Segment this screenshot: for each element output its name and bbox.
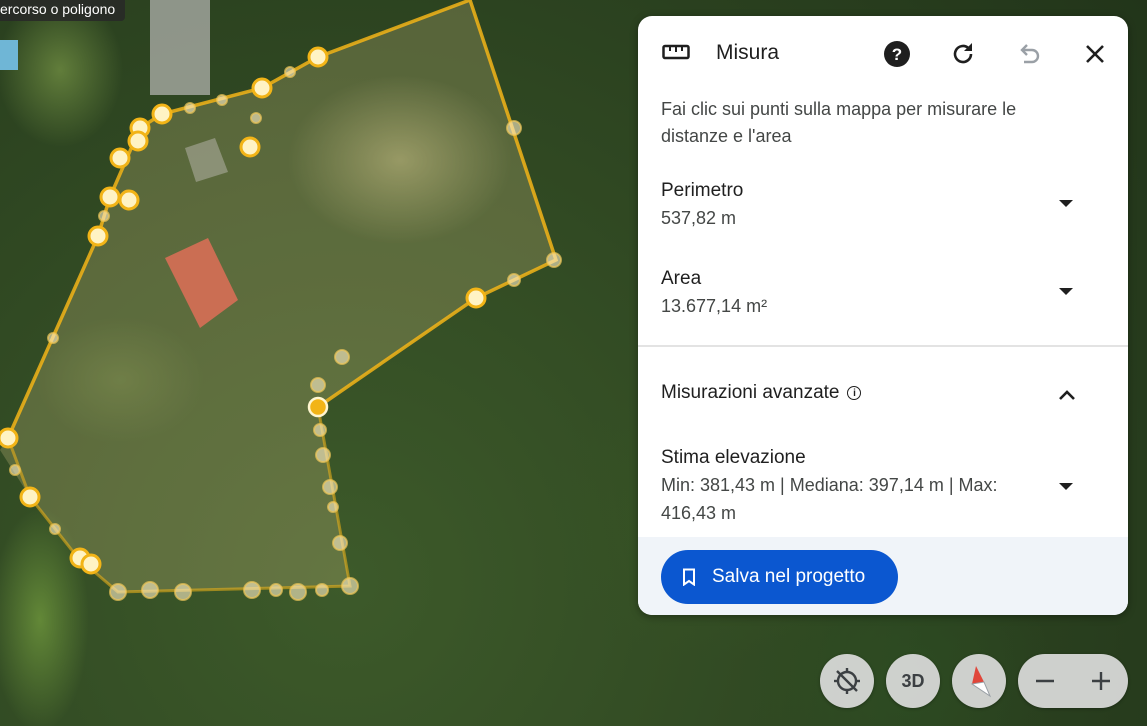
divider	[638, 345, 1128, 347]
panel-title: Misura	[716, 41, 780, 64]
pool	[0, 40, 18, 70]
close-icon	[1086, 45, 1104, 63]
compass-button[interactable]	[952, 654, 1006, 708]
refresh-icon	[953, 43, 973, 64]
panel-header: Misura ?	[638, 16, 1128, 92]
undo-icon	[1020, 44, 1040, 64]
save-label: Salva nel progetto	[712, 566, 866, 587]
area-value: 13.677,14 m²	[661, 296, 768, 316]
info-icon[interactable]: i	[847, 386, 862, 400]
location-button[interactable]	[820, 654, 874, 708]
location-off-icon	[834, 668, 860, 694]
chevron-up-icon[interactable]	[1057, 388, 1077, 402]
zoom-in-icon[interactable]	[1090, 670, 1112, 692]
help-icon: ?	[884, 41, 910, 67]
instructions-text: Fai clic sui punti sulla mappa per misur…	[661, 99, 1017, 146]
elevation-row[interactable]: Stima elevazione Min: 381,43 m | Mediana…	[661, 445, 1021, 527]
perimeter-row[interactable]: Perimetro 537,82 m	[661, 178, 1101, 232]
elevation-value: Min: 381,43 m | Mediana: 397,14 m | Max:…	[661, 475, 998, 523]
area-row[interactable]: Area 13.677,14 m²	[661, 266, 1101, 320]
zoom-controls	[1018, 654, 1128, 708]
active-vertex[interactable]	[307, 396, 329, 418]
ruler-icon	[662, 44, 690, 60]
zoom-out-icon[interactable]	[1034, 670, 1056, 692]
help-button[interactable]: ?	[881, 38, 913, 70]
advanced-label: Misurazioni avanzate	[661, 382, 840, 403]
building-roof-north	[150, 0, 210, 95]
compass-icon	[970, 666, 992, 698]
area-label: Area	[661, 268, 702, 289]
bookmark-icon	[683, 568, 695, 586]
chevron-down-icon[interactable]	[1059, 200, 1073, 207]
chevron-down-icon[interactable]	[1059, 288, 1073, 295]
measure-panel: Misura ? Fai clic sui punti sulla mappa …	[638, 16, 1128, 615]
close-button[interactable]	[1079, 38, 1111, 70]
panel-footer: Salva nel progetto	[638, 537, 1128, 615]
save-to-project-button[interactable]: Salva nel progetto	[661, 550, 898, 604]
perimeter-label: Perimetro	[661, 180, 744, 201]
svg-text:?: ?	[892, 45, 902, 64]
undo-button[interactable]	[1013, 38, 1045, 70]
perimeter-value: 537,82 m	[661, 208, 737, 228]
advanced-measurements-toggle[interactable]: Misurazioni avanzate i	[661, 382, 862, 404]
chevron-down-icon[interactable]	[1059, 483, 1073, 490]
3d-toggle-button[interactable]: 3D	[886, 654, 940, 708]
elevation-label: Stima elevazione	[661, 447, 806, 468]
map-tooltip: ercorso o poligono	[0, 0, 126, 21]
reset-button[interactable]	[947, 38, 979, 70]
